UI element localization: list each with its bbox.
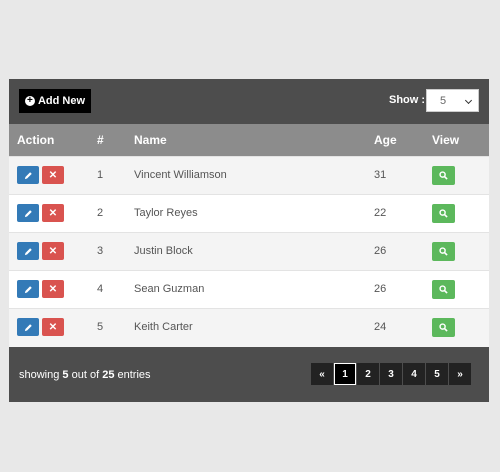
summary-suffix: entries [117,369,151,381]
row-number: 3 [97,245,104,257]
page-prev-button[interactable]: « [311,363,333,385]
page-button-3[interactable]: 3 [380,363,402,385]
times-icon: ✕ [48,169,58,181]
header-action: Action [17,133,55,147]
shown-count: 5 [62,369,69,381]
summary-middle: out of [71,369,100,381]
show-label: Show : [389,94,426,106]
summary-prefix: showing [19,369,60,381]
row-number: 4 [97,283,104,295]
delete-button[interactable]: ✕ [42,204,64,222]
times-icon: ✕ [48,207,58,219]
search-icon [439,244,448,259]
edit-button[interactable] [17,166,39,184]
header-view: View [432,133,460,147]
table-row: ✕ 4 Sean Guzman 26 [9,270,489,308]
row-number: 2 [97,207,104,219]
page-next-button[interactable]: » [449,363,471,385]
row-age: 22 [374,207,387,219]
chevron-down-icon [464,96,473,105]
search-icon [439,206,448,221]
total-count: 25 [102,369,115,381]
times-icon: ✕ [48,245,58,257]
search-icon [439,282,448,297]
times-icon: ✕ [48,321,58,333]
pencil-icon [24,168,33,183]
header-number: # [97,133,104,147]
row-number: 5 [97,321,104,333]
add-new-button[interactable]: + Add New [19,89,91,113]
delete-button[interactable]: ✕ [42,166,64,184]
pencil-icon [24,320,33,335]
row-name: Keith Carter [134,321,193,333]
row-number: 1 [97,169,104,181]
view-button[interactable] [432,242,455,261]
page-button-4[interactable]: 4 [403,363,425,385]
table-toolbar: + Add New Show : 5 [9,79,489,124]
times-icon: ✕ [48,283,58,295]
delete-button[interactable]: ✕ [42,280,64,298]
table-row: ✕ 1 Vincent Williamson 31 [9,156,489,194]
pencil-icon [24,206,33,221]
view-button[interactable] [432,166,455,185]
view-button[interactable] [432,280,455,299]
data-table-panel: + Add New Show : 5 Action # Name Age Vie… [9,79,489,402]
search-icon [439,320,448,335]
page-button-5[interactable]: 5 [426,363,448,385]
page-button-2[interactable]: 2 [357,363,379,385]
row-name: Justin Block [134,245,193,257]
delete-button[interactable]: ✕ [42,318,64,336]
add-new-label: Add New [37,95,86,107]
page-size-select[interactable]: 5 [426,89,479,112]
pencil-icon [24,282,33,297]
table-header: Action # Name Age View [9,124,489,156]
edit-button[interactable] [17,242,39,260]
row-age: 31 [374,169,387,181]
page-button-1[interactable]: 1 [334,363,356,385]
page-size-value: 5 [440,95,447,107]
row-age: 26 [374,245,387,257]
row-age: 24 [374,321,387,333]
view-button[interactable] [432,318,455,337]
edit-button[interactable] [17,204,39,222]
table-row: ✕ 3 Justin Block 26 [9,232,489,270]
header-name: Name [134,133,167,147]
edit-button[interactable] [17,280,39,298]
delete-button[interactable]: ✕ [42,242,64,260]
row-name: Taylor Reyes [134,207,198,219]
header-age: Age [374,133,397,147]
pencil-icon [24,244,33,259]
view-button[interactable] [432,204,455,223]
table-footer: showing 5 out of 25 entries «1 2 3 4 5» [9,347,489,402]
entries-summary: showing 5 out of 25 entries [19,369,151,381]
search-icon [439,168,448,183]
row-name: Vincent Williamson [134,169,227,181]
table-row: ✕ 2 Taylor Reyes 22 [9,194,489,232]
edit-button[interactable] [17,318,39,336]
plus-circle-icon: + [24,96,35,106]
row-name: Sean Guzman [134,283,205,295]
row-age: 26 [374,283,387,295]
table-row: ✕ 5 Keith Carter 24 [9,308,489,346]
